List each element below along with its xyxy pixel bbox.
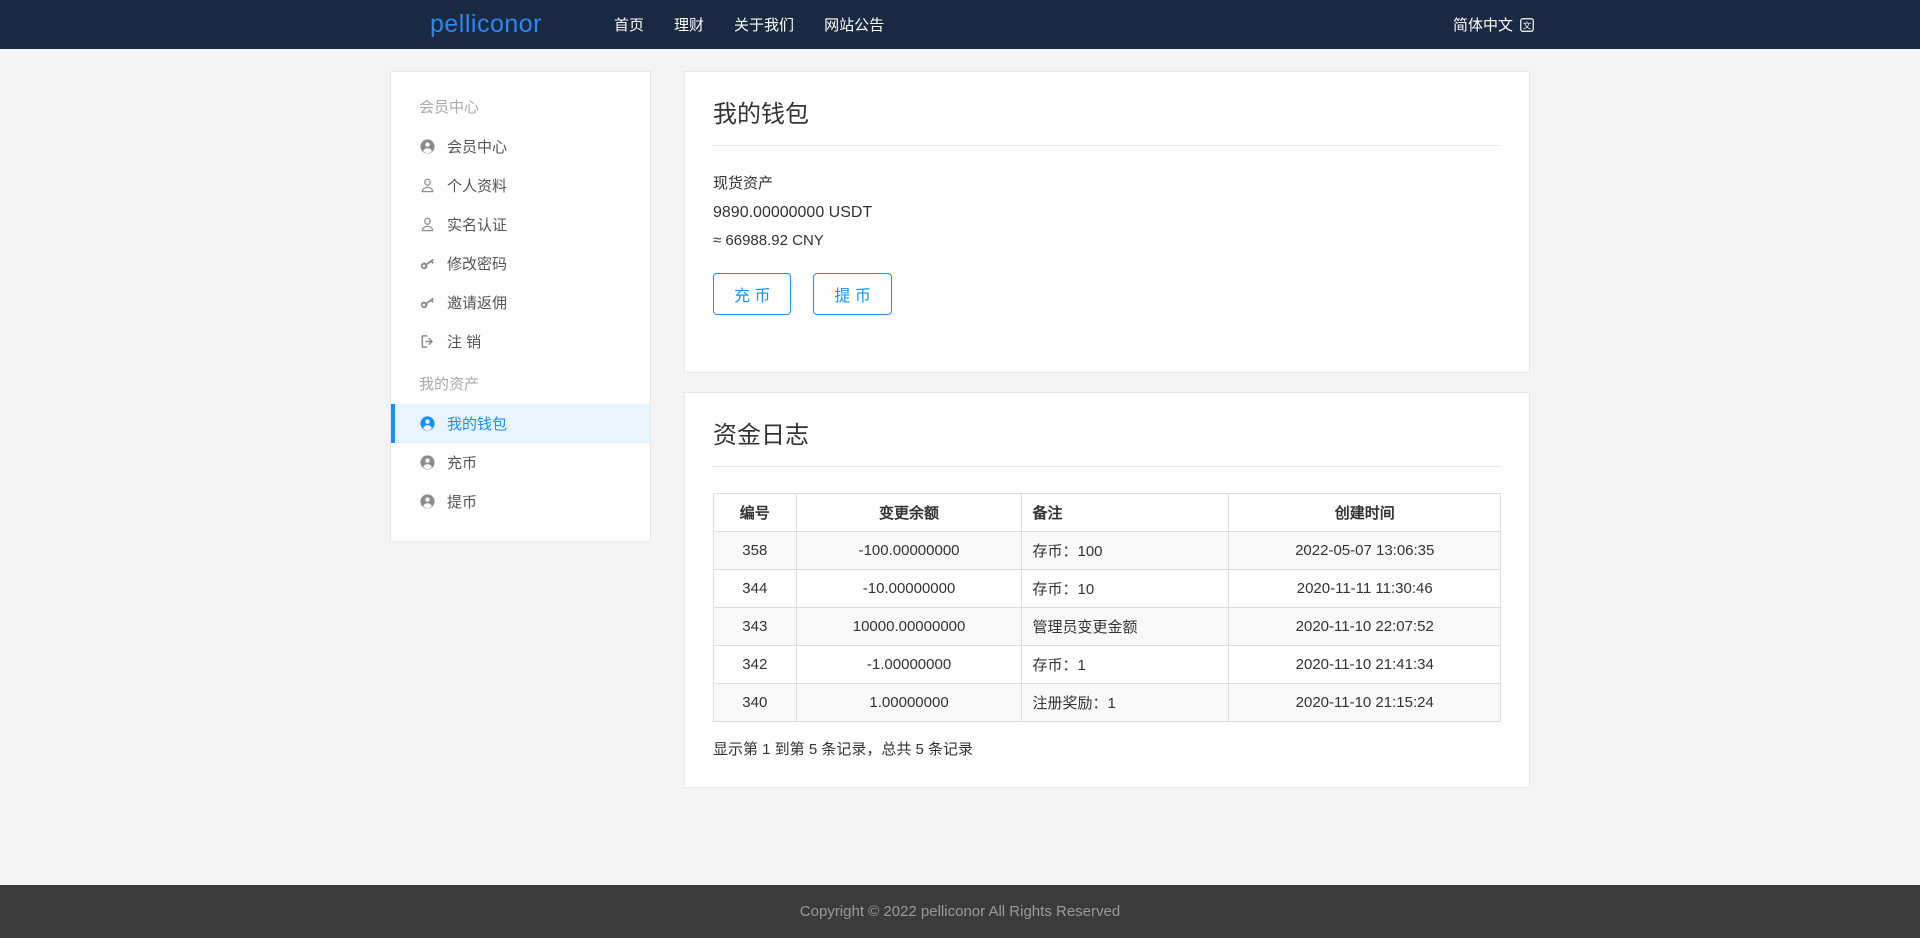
nav-link-1[interactable]: 理财	[674, 14, 704, 35]
sidebar-item-label: 修改密码	[447, 253, 507, 274]
asset-label: 现货资产	[713, 172, 1501, 193]
table-row: 342-1.00000000存币：12020-11-10 21:41:34	[714, 646, 1501, 684]
table-cell: 2020-11-10 22:07:52	[1229, 608, 1501, 646]
sidebar-item[interactable]: 会员中心	[391, 127, 650, 166]
sidebar-item-label: 个人资料	[447, 175, 507, 196]
records-summary: 显示第 1 到第 5 条记录，总共 5 条记录	[713, 738, 1501, 765]
sidebar-item[interactable]: 提币	[391, 482, 650, 521]
table-row: 34310000.00000000管理员变更金额2020-11-10 22:07…	[714, 608, 1501, 646]
wallet-actions: 充 币 提 币	[713, 273, 1501, 315]
sidebar-item[interactable]: 注 销	[391, 322, 650, 361]
sidebar-group-header: 我的资产	[391, 361, 650, 404]
table-cell: 2020-11-11 11:30:46	[1229, 570, 1501, 608]
svg-text:文: 文	[1523, 20, 1532, 30]
nav-link-3[interactable]: 网站公告	[824, 14, 884, 35]
fund-log-table: 编号变更余额备注创建时间 358-100.00000000存币：1002022-…	[713, 493, 1501, 722]
copyright-text: Copyright © 2022 pelliconor All Rights R…	[800, 903, 1120, 920]
sidebar-item-label: 提币	[447, 491, 477, 512]
asset-amount-cny: ≈ 66988.92 CNY	[713, 232, 1501, 249]
language-switcher[interactable]: 简体中文 文	[1453, 14, 1535, 35]
nav-links: 首页 理财 关于我们 网站公告	[614, 14, 884, 35]
sidebar-group-header: 会员中心	[391, 84, 650, 127]
sidebar-item[interactable]: 充币	[391, 443, 650, 482]
table-cell: 注册奖励：1	[1022, 684, 1229, 722]
table-cell: 管理员变更金额	[1022, 608, 1229, 646]
nav-link-0[interactable]: 首页	[614, 14, 644, 35]
wallet-card: 我的钱包 现货资产 9890.00000000 USDT ≈ 66988.92 …	[684, 71, 1530, 373]
brand-logo[interactable]: pelliconor	[430, 10, 542, 39]
table-row: 344-10.00000000存币：102020-11-11 11:30:46	[714, 570, 1501, 608]
fund-log-title: 资金日志	[713, 415, 1501, 467]
logout-icon	[419, 333, 436, 350]
withdraw-button[interactable]: 提 币	[813, 273, 891, 315]
table-cell: 2020-11-10 21:41:34	[1229, 646, 1501, 684]
column-header: 变更余额	[796, 494, 1022, 532]
column-header: 编号	[714, 494, 797, 532]
table-row: 3401.00000000注册奖励：12020-11-10 21:15:24	[714, 684, 1501, 722]
table-cell: 1.00000000	[796, 684, 1022, 722]
sidebar-item[interactable]: 修改密码	[391, 244, 650, 283]
table-cell: 343	[714, 608, 797, 646]
user-outline-icon	[419, 177, 436, 194]
table-cell: -1.00000000	[796, 646, 1022, 684]
nav-link-2[interactable]: 关于我们	[734, 14, 794, 35]
sidebar-item-label: 会员中心	[447, 136, 507, 157]
wallet-card-title: 我的钱包	[713, 94, 1501, 146]
table-cell: 342	[714, 646, 797, 684]
column-header: 备注	[1022, 494, 1229, 532]
table-cell: 10000.00000000	[796, 608, 1022, 646]
sidebar-item-label: 充币	[447, 452, 477, 473]
fund-log-card: 资金日志 编号变更余额备注创建时间 358-100.00000000存币：100…	[684, 392, 1530, 788]
navbar: pelliconor 首页 理财 关于我们 网站公告 简体中文 文	[0, 0, 1920, 49]
table-row: 358-100.00000000存币：1002022-05-07 13:06:3…	[714, 532, 1501, 570]
table-cell: -10.00000000	[796, 570, 1022, 608]
user-circle-icon	[419, 454, 436, 471]
table-cell: 2020-11-10 21:15:24	[1229, 684, 1501, 722]
fund-log-header-row: 编号变更余额备注创建时间	[714, 494, 1501, 532]
table-cell: 358	[714, 532, 797, 570]
fund-log-body: 358-100.00000000存币：1002022-05-07 13:06:3…	[714, 532, 1501, 722]
user-circle-icon	[419, 138, 436, 155]
table-cell: 2022-05-07 13:06:35	[1229, 532, 1501, 570]
table-cell: 344	[714, 570, 797, 608]
sidebar-item-label: 邀请返佣	[447, 292, 507, 313]
table-cell: 存币：100	[1022, 532, 1229, 570]
sidebar-item-label: 注 销	[447, 331, 481, 352]
sidebar: 会员中心会员中心个人资料实名认证修改密码邀请返佣注 销我的资产我的钱包充币提币	[390, 71, 651, 542]
key-icon	[419, 294, 436, 311]
sidebar-item[interactable]: 我的钱包	[391, 404, 650, 443]
user-circle-icon	[419, 493, 436, 510]
sidebar-item[interactable]: 邀请返佣	[391, 283, 650, 322]
user-outline-icon	[419, 216, 436, 233]
translate-icon: 文	[1519, 17, 1535, 33]
table-cell: 存币：10	[1022, 570, 1229, 608]
sidebar-item-label: 实名认证	[447, 214, 507, 235]
navbar-inner: pelliconor 首页 理财 关于我们 网站公告 简体中文 文	[385, 0, 1535, 49]
language-label: 简体中文	[1453, 14, 1513, 35]
sidebar-item-label: 我的钱包	[447, 413, 507, 434]
page-content: 会员中心会员中心个人资料实名认证修改密码邀请返佣注 销我的资产我的钱包充币提币 …	[390, 49, 1530, 885]
main-content: 我的钱包 现货资产 9890.00000000 USDT ≈ 66988.92 …	[684, 71, 1530, 788]
sidebar-item[interactable]: 个人资料	[391, 166, 650, 205]
asset-amount-usdt: 9890.00000000 USDT	[713, 204, 1501, 222]
user-circle-icon	[419, 415, 436, 432]
fund-log-table-wrap: 编号变更余额备注创建时间 358-100.00000000存币：1002022-…	[713, 493, 1501, 722]
table-cell: -100.00000000	[796, 532, 1022, 570]
key-icon	[419, 255, 436, 272]
deposit-button[interactable]: 充 币	[713, 273, 791, 315]
sidebar-item[interactable]: 实名认证	[391, 205, 650, 244]
column-header: 创建时间	[1229, 494, 1501, 532]
table-cell: 存币：1	[1022, 646, 1229, 684]
table-cell: 340	[714, 684, 797, 722]
footer: Copyright © 2022 pelliconor All Rights R…	[0, 885, 1920, 938]
